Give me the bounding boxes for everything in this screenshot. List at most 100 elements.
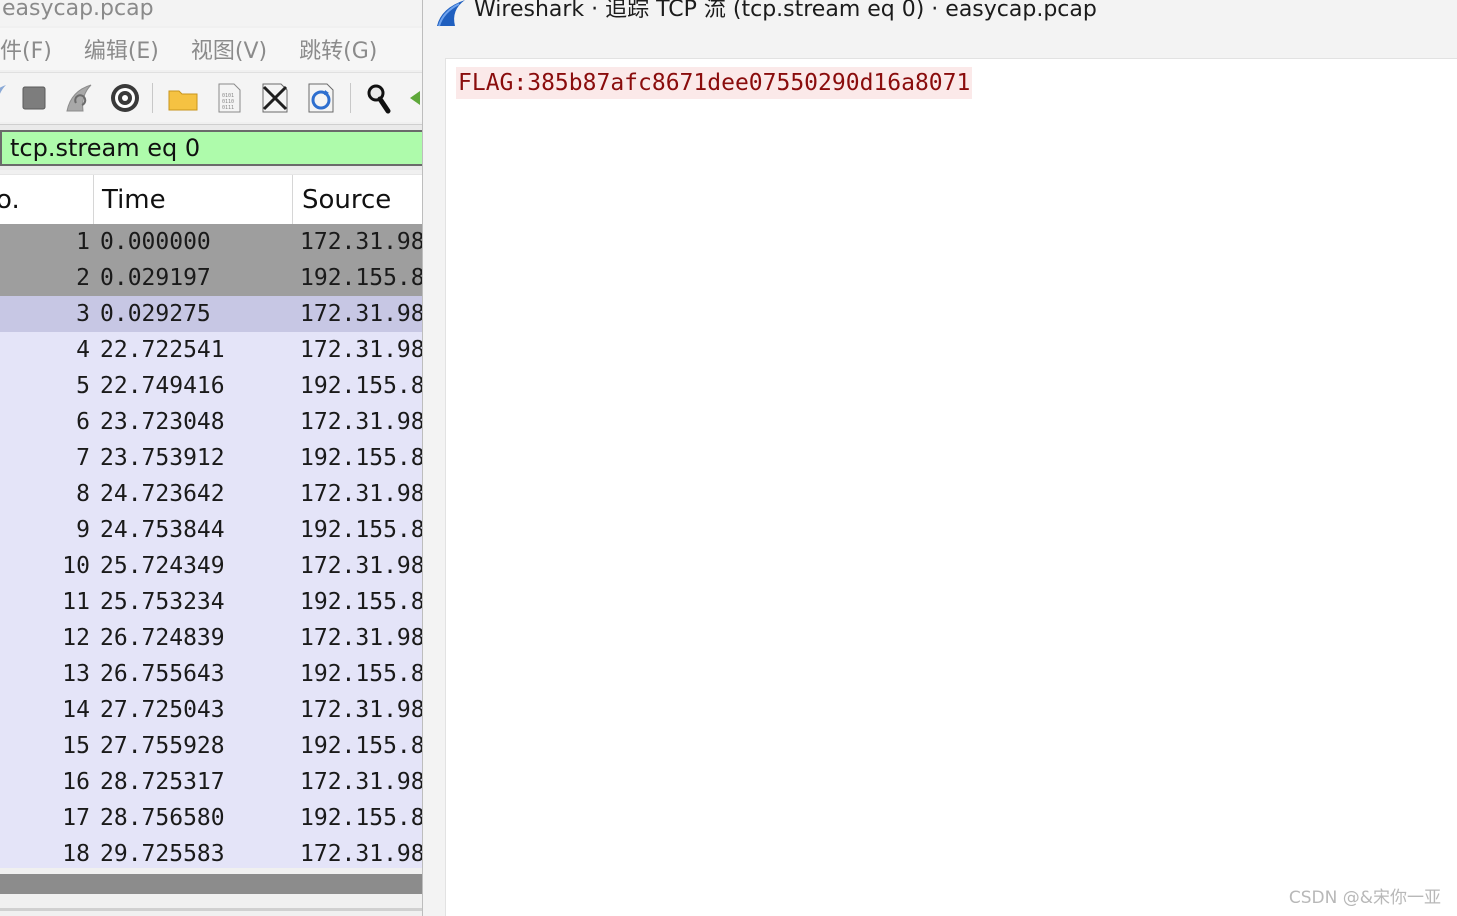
find-packet-icon[interactable]	[362, 81, 396, 115]
main-toolbar: 0101 0110 0111	[0, 72, 422, 122]
packet-row[interactable]: 16 28.725317 172.31.98	[0, 764, 422, 800]
packet-source: 172.31.98	[300, 337, 422, 363]
packet-source: 172.31.98	[300, 697, 422, 723]
packet-source: 192.155.8	[300, 733, 422, 759]
packet-time: 0.029275	[100, 301, 211, 327]
packet-source: 192.155.8	[300, 445, 422, 471]
display-filter-input[interactable]: tcp.stream eq 0	[0, 130, 422, 166]
packet-row[interactable]: 1 0.000000 172.31.98	[0, 224, 422, 260]
packet-number: 17	[62, 805, 90, 831]
packet-source: 192.155.8	[300, 373, 422, 399]
pane-divider[interactable]	[0, 908, 422, 911]
packet-row[interactable]: 8 24.723642 172.31.98	[0, 476, 422, 512]
packet-row[interactable]: 15 27.755928 192.155.8	[0, 728, 422, 764]
packet-row[interactable]: 13 26.755643 192.155.8	[0, 656, 422, 692]
packet-time: 24.753844	[100, 517, 225, 543]
packet-row[interactable]: 5 22.749416 192.155.8	[0, 368, 422, 404]
packet-row[interactable]: 14 27.725043 172.31.98	[0, 692, 422, 728]
watermark: CSDN @&宋你一亚	[1288, 888, 1441, 908]
svg-text:0111: 0111	[222, 105, 234, 111]
packet-time: 22.722541	[100, 337, 225, 363]
packet-row[interactable]: 2 0.029197 192.155.8	[0, 260, 422, 296]
packet-number: 9	[76, 517, 90, 543]
packet-number: 13	[62, 661, 90, 687]
packet-time: 27.755928	[100, 733, 225, 759]
packet-list: 1 0.000000 172.31.98 2 0.029197 192.155.8 3 0.0…	[0, 224, 422, 872]
packet-source: 192.155.8	[300, 661, 422, 687]
packet-number: 4	[76, 337, 90, 363]
packet-row[interactable]: 17 28.756580 192.155.8	[0, 800, 422, 836]
packet-time: 23.753912	[100, 445, 225, 471]
packet-time: 25.724349	[100, 553, 225, 579]
start-capture-icon[interactable]	[0, 81, 12, 115]
filter-toolbar: tcp.stream eq 0	[0, 124, 422, 170]
go-back-icon[interactable]	[404, 81, 422, 115]
wireshark-fin-icon	[435, 0, 467, 42]
packet-number: 8	[76, 481, 90, 507]
packet-row[interactable]: 18 29.725583 172.31.98	[0, 836, 422, 872]
packet-number: 7	[76, 445, 90, 471]
stream-window-title: Wireshark · 追踪 TCP 流 (tcp.stream eq 0) ·…	[474, 0, 1097, 22]
restart-capture-icon[interactable]	[62, 81, 96, 115]
packet-row[interactable]: 6 23.723048 172.31.98	[0, 404, 422, 440]
toolbar-separator	[152, 83, 153, 113]
packet-row[interactable]: 4 22.722541 172.31.98	[0, 332, 422, 368]
stream-client-data[interactable]: FLAG:385b87afc8671dee07550290d16a8071	[456, 67, 973, 99]
menu-view[interactable]: 视图(V)	[175, 33, 283, 65]
column-header-no[interactable]: o.	[0, 175, 20, 225]
close-file-icon[interactable]	[258, 81, 292, 115]
menu-edit[interactable]: 编辑(E)	[68, 33, 175, 65]
packet-number: 18	[62, 841, 90, 867]
packet-time: 28.725317	[100, 769, 225, 795]
main-window-title: easycap.pcap	[0, 0, 422, 26]
packet-source: 172.31.98	[300, 301, 422, 327]
packet-row[interactable]: 9 24.753844 192.155.8	[0, 512, 422, 548]
horizontal-scrollbar[interactable]	[0, 874, 422, 894]
packet-number: 5	[76, 373, 90, 399]
save-file-icon[interactable]: 0101 0110 0111	[212, 81, 246, 115]
packet-number: 2	[76, 265, 90, 291]
packet-number: 12	[62, 625, 90, 651]
packet-number: 3	[76, 301, 90, 327]
packet-source: 172.31.98	[300, 553, 422, 579]
packet-source: 192.155.8	[300, 265, 422, 291]
capture-options-icon[interactable]	[108, 81, 142, 115]
packet-row[interactable]: 11 25.753234 192.155.8	[0, 584, 422, 620]
packet-source: 192.155.8	[300, 517, 422, 543]
packet-row[interactable]: 3 0.029275 172.31.98	[0, 296, 422, 332]
menu-bar: 件(F) 编辑(E) 视图(V) 跳转(G)	[0, 28, 422, 70]
packet-time: 29.725583	[100, 841, 225, 867]
packet-number: 6	[76, 409, 90, 435]
menu-go[interactable]: 跳转(G)	[283, 33, 393, 65]
packet-row[interactable]: 12 26.724839 172.31.98	[0, 620, 422, 656]
column-header-source[interactable]: Source	[302, 175, 391, 225]
packet-time: 26.724839	[100, 625, 225, 651]
packet-number: 1	[76, 229, 90, 255]
packet-time: 0.029197	[100, 265, 211, 291]
follow-tcp-stream-window: Wireshark · 追踪 TCP 流 (tcp.stream eq 0) ·…	[422, 0, 1457, 916]
packet-source: 192.155.8	[300, 589, 422, 615]
menu-file[interactable]: 件(F)	[0, 33, 68, 65]
column-header-time[interactable]: Time	[102, 175, 166, 225]
packet-source: 172.31.98	[300, 229, 422, 255]
packet-number: 11	[62, 589, 90, 615]
column-divider[interactable]	[292, 175, 293, 225]
stream-content-area[interactable]: FLAG:385b87afc8671dee07550290d16a8071	[445, 58, 1457, 916]
packet-source: 172.31.98	[300, 841, 422, 867]
packet-source: 172.31.98	[300, 481, 422, 507]
packet-number: 15	[62, 733, 90, 759]
packet-source: 172.31.98	[300, 625, 422, 651]
packet-time: 25.753234	[100, 589, 225, 615]
packet-row[interactable]: 10 25.724349 172.31.98	[0, 548, 422, 584]
packet-number: 16	[62, 769, 90, 795]
packet-time: 27.725043	[100, 697, 225, 723]
toolbar-separator	[350, 83, 351, 113]
packet-time: 22.749416	[100, 373, 225, 399]
stop-capture-icon[interactable]	[17, 81, 51, 115]
packet-time: 24.723642	[100, 481, 225, 507]
reload-file-icon[interactable]	[304, 81, 338, 115]
packet-source: 172.31.98	[300, 409, 422, 435]
open-file-icon[interactable]	[166, 81, 200, 115]
packet-row[interactable]: 7 23.753912 192.155.8	[0, 440, 422, 476]
column-divider[interactable]	[93, 175, 94, 225]
